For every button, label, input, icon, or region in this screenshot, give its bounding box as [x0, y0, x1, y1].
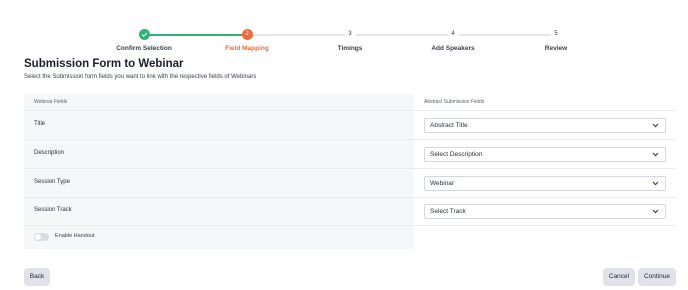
step-field-mapping[interactable]: 2 Field Mapping: [187, 29, 307, 52]
chevron-down-icon: [652, 181, 659, 186]
step-label: Add Speakers: [431, 45, 475, 52]
webinar-fields-header: Webinar Fields: [34, 99, 68, 105]
step-timings[interactable]: 3 Timings: [290, 29, 410, 52]
page-subtitle: Select the Submission form fields you wa…: [24, 74, 257, 80]
row-divider: [24, 168, 676, 169]
toggle-knob: [35, 234, 41, 240]
step-number: 3: [344, 29, 356, 40]
field-mapping-table: Webinar Fields Abstract Submission Field…: [24, 94, 676, 249]
step-label: Confirm Selection: [116, 45, 172, 52]
select-value: Abstract Title: [430, 122, 468, 129]
select-session-type[interactable]: Webinar: [424, 176, 666, 191]
chevron-down-icon: [652, 209, 659, 214]
row-divider: [24, 110, 676, 111]
field-label-description: Description: [34, 150, 65, 156]
step-add-speakers[interactable]: 4 Add Speakers: [393, 29, 513, 52]
step-label: Field Mapping: [225, 45, 269, 52]
step-label: Timings: [337, 45, 363, 52]
select-title[interactable]: Abstract Title: [424, 118, 666, 133]
select-value: Select Track: [430, 208, 466, 215]
enable-handout-toggle[interactable]: [34, 233, 49, 241]
select-description[interactable]: Select Description: [424, 147, 666, 162]
abstract-fields-header: Abstract Submission Fields: [424, 99, 485, 105]
cancel-button[interactable]: Cancel: [603, 268, 635, 286]
chevron-down-icon: [652, 152, 659, 157]
step-number: 5: [550, 29, 562, 40]
select-value: Webinar: [430, 180, 455, 187]
row-divider: [24, 139, 676, 140]
select-value: Select Description: [430, 151, 483, 158]
step-number: 4: [447, 29, 459, 40]
field-label-session-track: Session Track: [34, 207, 72, 213]
step-review[interactable]: 5 Review: [496, 29, 616, 52]
step-label: Review: [544, 45, 568, 52]
field-label-session-type: Session Type: [34, 179, 70, 185]
continue-button[interactable]: Continue: [638, 268, 676, 286]
row-divider: [24, 225, 676, 226]
row-divider: [24, 197, 676, 198]
step-number: 2: [241, 29, 253, 40]
back-button[interactable]: Back: [24, 268, 50, 286]
page-title: Submission Form to Webinar: [24, 58, 184, 70]
progress-stepper: Confirm Selection 2 Field Mapping 3 Timi…: [0, 0, 688, 56]
field-label-title: Title: [34, 121, 46, 127]
step-confirm-selection[interactable]: Confirm Selection: [84, 29, 204, 52]
check-icon: [138, 29, 150, 40]
enable-handout-label: Enable Handout: [55, 233, 95, 239]
select-session-track[interactable]: Select Track: [424, 204, 666, 219]
chevron-down-icon: [652, 123, 659, 128]
